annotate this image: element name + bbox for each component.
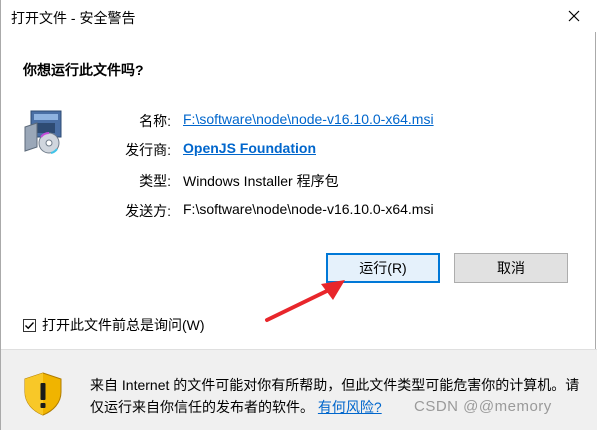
warning-shield-icon: [24, 372, 62, 416]
publisher-label: 发行商:: [125, 142, 171, 158]
file-type-value: Windows Installer 程序包: [183, 173, 339, 189]
from-label: 发送方:: [125, 203, 171, 219]
always-ask-option[interactable]: 打开此文件前总是询问(W): [23, 316, 205, 334]
red-arrow-icon: [265, 280, 345, 322]
type-label: 类型:: [139, 173, 171, 189]
publisher-link[interactable]: OpenJS Foundation: [183, 140, 316, 156]
run-file-question: 你想运行此文件吗?: [23, 62, 144, 78]
checkmark-icon: [25, 321, 35, 329]
security-warning-dialog: 打开文件 - 安全警告 你想运行此文件吗? 名称: F:\software\no…: [0, 0, 597, 430]
what-is-the-risk-link[interactable]: 有何风险?: [318, 399, 382, 415]
close-icon: [568, 10, 580, 22]
watermark: CSDN @@memory: [414, 398, 552, 415]
always-ask-label: 打开此文件前总是询问(W): [42, 317, 205, 333]
file-source-value: F:\software\node\node-v16.10.0-x64.msi: [183, 201, 434, 217]
from-row: 发送方: F:\software\node\node-v16.10.0-x64.…: [1, 201, 597, 223]
window-title: 打开文件 - 安全警告: [11, 10, 136, 26]
always-ask-checkbox[interactable]: [23, 318, 36, 332]
publisher-row: 发行商: OpenJS Foundation: [1, 140, 597, 162]
name-label: 名称:: [139, 113, 171, 129]
close-button[interactable]: [551, 0, 597, 32]
cancel-button[interactable]: 取消: [454, 253, 568, 283]
title-bar: 打开文件 - 安全警告: [1, 0, 597, 32]
file-name-link[interactable]: F:\software\node\node-v16.10.0-x64.msi: [183, 111, 434, 127]
type-row: 类型: Windows Installer 程序包: [1, 171, 597, 193]
name-row: 名称: F:\software\node\node-v16.10.0-x64.m…: [1, 111, 597, 133]
